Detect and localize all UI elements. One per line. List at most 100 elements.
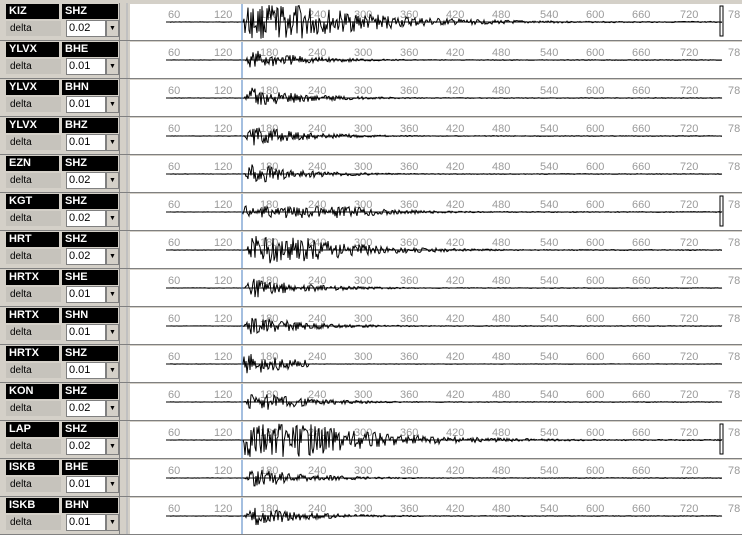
delta-field[interactable]: 0.01 (66, 134, 106, 151)
splitter[interactable] (119, 41, 120, 79)
trace-row[interactable]: YLVX BHN delta 0.01 ▼ 60 120 180 240 300 360 4… (0, 79, 742, 117)
trace-row[interactable]: KIZ SHZ delta 0.02 ▼ 60 120 180 240 300 360 42… (0, 3, 742, 41)
scroll-handle[interactable] (126, 345, 128, 383)
splitter[interactable] (119, 421, 120, 459)
delta-field[interactable]: 0.02 (66, 20, 106, 37)
waveform-panel[interactable]: 60 120 180 240 300 360 420 480 540 600 660 720 78 (130, 498, 742, 534)
time-tick-label: 240 (308, 389, 326, 401)
splitter[interactable] (119, 3, 120, 41)
waveform-panel[interactable]: 60 120 180 240 300 360 420 480 540 600 660 720 78 (130, 460, 742, 496)
time-tick-label: 480 (492, 275, 510, 287)
scroll-handle[interactable] (126, 3, 128, 41)
time-tick-label: 360 (400, 47, 418, 59)
scroll-handle[interactable] (126, 41, 128, 79)
scroll-handle[interactable] (126, 497, 128, 535)
trace-row[interactable]: KGT SHZ delta 0.02 ▼ 60 120 180 240 300 360 42… (0, 193, 742, 231)
delta-dropdown-button[interactable]: ▼ (106, 362, 119, 379)
delta-dropdown-button[interactable]: ▼ (106, 210, 119, 227)
waveform-panel[interactable]: 60 120 180 240 300 360 420 480 540 600 660 720 78 (130, 118, 742, 154)
scroll-handle[interactable] (126, 269, 128, 307)
scroll-handle[interactable] (126, 155, 128, 193)
waveform-panel[interactable]: 60 120 180 240 300 360 420 480 540 600 660 720 78 (130, 422, 742, 458)
splitter[interactable] (119, 383, 120, 421)
splitter[interactable] (119, 117, 120, 155)
time-tick-label: 660 (632, 465, 650, 477)
delta-field[interactable]: 0.01 (66, 324, 106, 341)
splitter[interactable] (119, 497, 120, 535)
window-end-marker[interactable] (719, 5, 724, 37)
trace-row[interactable]: HRTX SHN delta 0.01 ▼ 60 120 180 240 300 360 4… (0, 307, 742, 345)
delta-dropdown-button[interactable]: ▼ (106, 324, 119, 341)
trace-row[interactable]: EZN SHZ delta 0.02 ▼ 60 120 180 240 300 360 42… (0, 155, 742, 193)
window-end-marker[interactable] (719, 423, 724, 455)
trace-row[interactable]: ISKB BHE delta 0.01 ▼ 60 120 180 240 300 360 4… (0, 459, 742, 497)
time-tick-label: 540 (540, 237, 558, 249)
delta-field[interactable]: 0.01 (66, 58, 106, 75)
waveform-panel[interactable]: 60 120 180 240 300 360 420 480 540 600 660 720 78 (130, 308, 742, 344)
scroll-handle[interactable] (126, 117, 128, 155)
waveform-chart: 60 120 180 240 300 360 420 480 540 600 660 720 78 (166, 498, 740, 534)
splitter[interactable] (119, 459, 120, 497)
scroll-handle[interactable] (126, 79, 128, 117)
window-end-marker[interactable] (719, 195, 724, 227)
time-tick-label: 420 (446, 503, 464, 515)
delta-field[interactable]: 0.02 (66, 210, 106, 227)
delta-dropdown-button[interactable]: ▼ (106, 514, 119, 531)
splitter[interactable] (119, 345, 120, 383)
delta-dropdown-button[interactable]: ▼ (106, 400, 119, 417)
splitter[interactable] (119, 269, 120, 307)
time-tick-label: 660 (632, 199, 650, 211)
delta-dropdown-button[interactable]: ▼ (106, 20, 119, 37)
scroll-handle[interactable] (126, 421, 128, 459)
delta-field[interactable]: 0.01 (66, 362, 106, 379)
trace-row[interactable]: YLVX BHE delta 0.01 ▼ 60 120 180 240 300 360 4… (0, 41, 742, 79)
trace-row[interactable]: YLVX BHZ delta 0.01 ▼ 60 120 180 240 300 360 4… (0, 117, 742, 155)
waveform-panel[interactable]: 60 120 180 240 300 360 420 480 540 600 660 720 78 (130, 42, 742, 78)
splitter[interactable] (119, 193, 120, 231)
delta-field[interactable]: 0.01 (66, 286, 106, 303)
scroll-handle[interactable] (126, 193, 128, 231)
scroll-handle[interactable] (126, 307, 128, 345)
waveform-panel[interactable]: 60 120 180 240 300 360 420 480 540 600 660 720 78 (130, 346, 742, 382)
waveform-panel[interactable]: 60 120 180 240 300 360 420 480 540 600 660 720 78 (130, 4, 742, 40)
trace-row[interactable]: HRTX SHZ delta 0.01 ▼ 60 120 180 240 300 360 4… (0, 345, 742, 383)
delta-dropdown-button[interactable]: ▼ (106, 58, 119, 75)
delta-field[interactable]: 0.02 (66, 400, 106, 417)
trace-row[interactable]: KON SHZ delta 0.02 ▼ 60 120 180 240 300 360 42… (0, 383, 742, 421)
delta-dropdown-button[interactable]: ▼ (106, 172, 119, 189)
trace-row[interactable]: LAP SHZ delta 0.02 ▼ 60 120 180 240 300 360 42… (0, 421, 742, 459)
delta-field[interactable]: 0.01 (66, 514, 106, 531)
station-label: HRTX (6, 270, 59, 285)
trace-row[interactable]: HRTX SHE delta 0.01 ▼ 60 120 180 240 300 360 4… (0, 269, 742, 307)
scroll-handle[interactable] (126, 383, 128, 421)
waveform-panel[interactable]: 60 120 180 240 300 360 420 480 540 600 660 720 78 (130, 232, 742, 268)
time-tick-label: 600 (586, 351, 604, 363)
splitter[interactable] (119, 307, 120, 345)
waveform-panel[interactable]: 60 120 180 240 300 360 420 480 540 600 660 720 78 (130, 80, 742, 116)
waveform-panel[interactable]: 60 120 180 240 300 360 420 480 540 600 660 720 78 (130, 156, 742, 192)
delta-dropdown-button[interactable]: ▼ (106, 438, 119, 455)
delta-dropdown-button[interactable]: ▼ (106, 96, 119, 113)
splitter[interactable] (119, 155, 120, 193)
delta-field[interactable]: 0.01 (66, 96, 106, 113)
scroll-handle[interactable] (126, 231, 128, 269)
waveform-panel[interactable]: 60 120 180 240 300 360 420 480 540 600 660 720 78 (130, 384, 742, 420)
splitter[interactable] (119, 79, 120, 117)
delta-dropdown-button[interactable]: ▼ (106, 134, 119, 151)
waveform-panel[interactable]: 60 120 180 240 300 360 420 480 540 600 660 720 78 (130, 194, 742, 230)
delta-field[interactable]: 0.02 (66, 438, 106, 455)
delta-dropdown-button[interactable]: ▼ (106, 248, 119, 265)
delta-field[interactable]: 0.01 (66, 476, 106, 493)
waveform-panel[interactable]: 60 120 180 240 300 360 420 480 540 600 660 720 78 (130, 270, 742, 306)
scroll-handle[interactable] (126, 459, 128, 497)
time-tick-label: 360 (400, 389, 418, 401)
trace-row[interactable]: ISKB BHN delta 0.01 ▼ 60 120 180 240 300 360 4… (0, 497, 742, 535)
trace-row[interactable]: HRT SHZ delta 0.02 ▼ 60 120 180 240 300 360 42… (0, 231, 742, 269)
delta-dropdown-button[interactable]: ▼ (106, 476, 119, 493)
time-tick-label: 180 (260, 47, 278, 59)
splitter[interactable] (119, 231, 120, 269)
delta-dropdown-button[interactable]: ▼ (106, 286, 119, 303)
delta-field[interactable]: 0.02 (66, 172, 106, 189)
time-tick-label: 240 (308, 161, 326, 173)
delta-field[interactable]: 0.02 (66, 248, 106, 265)
